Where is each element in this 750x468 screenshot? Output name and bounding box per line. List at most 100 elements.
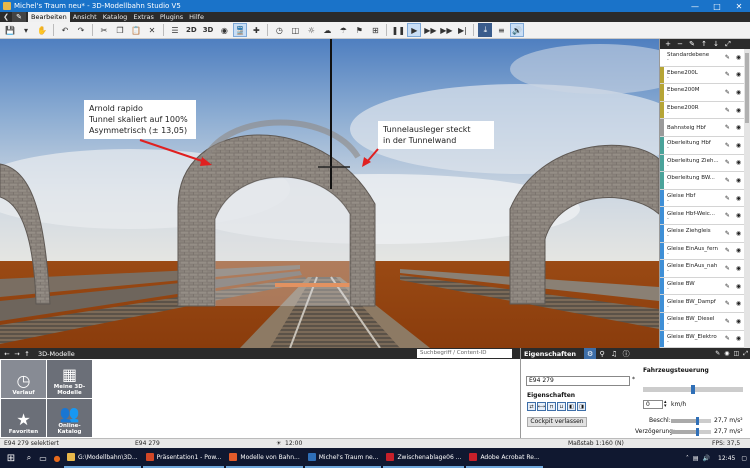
taskbar-app[interactable]: Zwischenablage06 ... [383, 448, 465, 468]
up-icon[interactable]: ↑ [22, 350, 32, 358]
edit-layer-icon[interactable]: ✎ [686, 40, 698, 48]
marker-icon[interactable]: ⚑ [352, 23, 366, 37]
pantograph-2-icon[interactable]: ⊔ [557, 402, 566, 411]
taskbar-app[interactable]: G:\Modellbahn\3D... [64, 448, 141, 468]
layer-row[interactable]: Gleise BW_Elektro - ✎ ◉ [660, 330, 744, 349]
back-icon[interactable]: ← [2, 350, 12, 358]
minimize-button[interactable]: — [684, 0, 706, 12]
light-icon[interactable]: ☼ [304, 23, 318, 37]
cockpit-leave-button[interactable]: Cockpit verlassen [527, 417, 587, 427]
layer-row[interactable]: Gleise Ziehgleis - ✎ ◉ [660, 224, 744, 243]
layer-visibility-eye-icon[interactable]: ◉ [736, 124, 741, 131]
music-tab-icon[interactable]: ♫ [608, 348, 620, 359]
layer-row[interactable]: Oberleitung Hbf - ✎ ◉ [660, 136, 744, 155]
train-view-icon[interactable]: 🚆 [233, 23, 248, 37]
catalog-search-input[interactable]: Suchbegriff / Content-ID [417, 349, 512, 358]
tile-favoriten[interactable]: ★ Favoriten [1, 399, 46, 437]
menu-plugins[interactable]: Plugins [157, 12, 186, 22]
volume-icon[interactable]: 🔊 [703, 455, 710, 462]
clock-icon[interactable]: ◷ [272, 23, 286, 37]
pin-icon[interactable]: ✎ [715, 350, 720, 358]
save-dropdown-icon[interactable]: ▾ [19, 23, 33, 37]
crosshair-icon[interactable]: ✚ [249, 23, 263, 37]
sound-icon[interactable]: 🔊 [510, 23, 525, 37]
layer-pin-icon[interactable]: ✎ [725, 212, 730, 219]
layer-pin-icon[interactable]: ✎ [725, 159, 730, 166]
task-view-icon[interactable]: ▭ [36, 448, 50, 468]
tray-arrow-icon[interactable]: ˄ [686, 455, 689, 462]
layer-pin-icon[interactable]: ✎ [725, 247, 730, 254]
layers-icon[interactable]: ≡ [494, 23, 508, 37]
menu-bearbeiten[interactable]: Bearbeiten [28, 12, 70, 22]
layer-pin-icon[interactable]: ✎ [725, 195, 730, 202]
layer-pin-icon[interactable]: ✎ [725, 300, 730, 307]
layer-row[interactable]: Gleise BW_Dampf - ✎ ◉ [660, 295, 744, 313]
layer-row[interactable]: Gleise EinAus_fern - ✎ ◉ [660, 242, 744, 261]
taskbar-app[interactable]: Adobe Acrobat Re... [466, 448, 543, 468]
tile-verlauf[interactable]: ◷ Verlauf [1, 360, 46, 398]
layer-pin-icon[interactable]: ✎ [725, 335, 730, 342]
3d-viewport[interactable]: Arnold rapido Tunnel skaliert auf 100% A… [0, 39, 659, 348]
layer-pin-icon[interactable]: ✎ [725, 54, 730, 61]
add-layer-icon[interactable]: + [662, 40, 674, 48]
layer-visibility-eye-icon[interactable]: ◉ [736, 159, 741, 166]
layer-pin-icon[interactable]: ✎ [725, 283, 730, 290]
layer-row[interactable]: Ebene200M - ✎ ◉ [660, 84, 744, 102]
coupling-icon[interactable]: ⇄ [527, 402, 536, 411]
settings-tab-icon[interactable]: ⚙ [584, 348, 597, 359]
move-down-icon[interactable]: ↓ [710, 40, 722, 48]
taskbar-app[interactable]: Modelle von Bahn... [226, 448, 303, 468]
expand-panel-icon[interactable]: ⤢ [743, 350, 748, 358]
layer-scrollbar[interactable] [744, 49, 750, 348]
edit-mode-pencil-icon[interactable]: ✎ [12, 12, 26, 22]
paste-icon[interactable]: 📋 [129, 23, 143, 37]
camera-icon[interactable]: ◉ [217, 23, 231, 37]
layer-visibility-eye-icon[interactable]: ◉ [736, 107, 741, 114]
tile-online-katalog[interactable]: 👥 Online-Katalog [47, 399, 92, 437]
layer-visibility-eye-icon[interactable]: ◉ [736, 265, 741, 272]
taskbar-app[interactable]: Michel's Traum ne... [304, 448, 382, 468]
delete-icon[interactable]: ✕ [145, 23, 159, 37]
remove-layer-icon[interactable]: − [674, 40, 686, 48]
info-tab-icon[interactable]: ⓘ [620, 348, 632, 359]
deceleration-slider[interactable] [671, 428, 711, 436]
vehicle-name-input[interactable]: E94 279 [526, 376, 630, 386]
layer-row[interactable]: Oberleitung BW... - ✎ ◉ [660, 172, 744, 190]
layer-visibility-eye-icon[interactable]: ◉ [736, 283, 741, 290]
network-icon[interactable]: ▤ [693, 455, 699, 462]
menu-extras[interactable]: Extras [130, 12, 157, 22]
layer-row[interactable]: Standardebene - ✎ ◉ [660, 49, 744, 67]
coupling-2-icon[interactable]: ⟷ [537, 402, 546, 411]
layer-visibility-eye-icon[interactable]: ◉ [736, 230, 741, 237]
layer-visibility-eye-icon[interactable]: ◉ [736, 177, 741, 184]
hand-icon[interactable]: ✋ [35, 23, 49, 37]
search-icon[interactable]: ⌕ [22, 448, 36, 468]
layer-visibility-eye-icon[interactable]: ◉ [736, 89, 741, 96]
list-icon[interactable]: ☰ [168, 23, 182, 37]
cut-icon[interactable]: ✂ [97, 23, 111, 37]
play-icon[interactable]: ▶ [407, 23, 422, 37]
layer-row[interactable]: Gleise EinAus_nah - ✎ ◉ [660, 260, 744, 278]
redo-icon[interactable]: ↷ [74, 23, 88, 37]
layer-row[interactable]: Gleise Hbf - ✎ ◉ [660, 189, 744, 208]
save-icon[interactable]: 💾 [3, 23, 17, 37]
view-2d-button[interactable]: 2D [184, 23, 199, 37]
layer-row[interactable]: Bahnsteig Hbf ✎ ◉ [660, 119, 744, 137]
layer-row[interactable]: Gleise Hbf-Weic... - ✎ ◉ [660, 207, 744, 225]
light-front-icon[interactable]: ◧ [567, 402, 576, 411]
acceleration-slider[interactable] [671, 417, 711, 425]
speed-stepper[interactable]: ▴ ▾ [664, 400, 667, 409]
layer-pin-icon[interactable]: ✎ [725, 71, 730, 78]
faster-forward-icon[interactable]: ▶▶ [439, 23, 453, 37]
menu-ansicht[interactable]: Ansicht [70, 12, 100, 22]
pause-icon[interactable]: ❚❚ [391, 23, 405, 37]
close-button[interactable]: ✕ [728, 0, 750, 12]
layer-row[interactable]: Gleise BW - ✎ ◉ [660, 277, 744, 296]
layer-pin-icon[interactable]: ✎ [725, 318, 730, 325]
layer-pin-icon[interactable]: ✎ [725, 107, 730, 114]
skip-forward-icon[interactable]: ▶| [455, 23, 469, 37]
taskbar-app[interactable]: Präsentation1 - Pow... [142, 448, 225, 468]
layer-visibility-eye-icon[interactable]: ◉ [736, 212, 741, 219]
weather-icon[interactable]: ☁ [320, 23, 334, 37]
undo-icon[interactable]: ↶ [58, 23, 72, 37]
